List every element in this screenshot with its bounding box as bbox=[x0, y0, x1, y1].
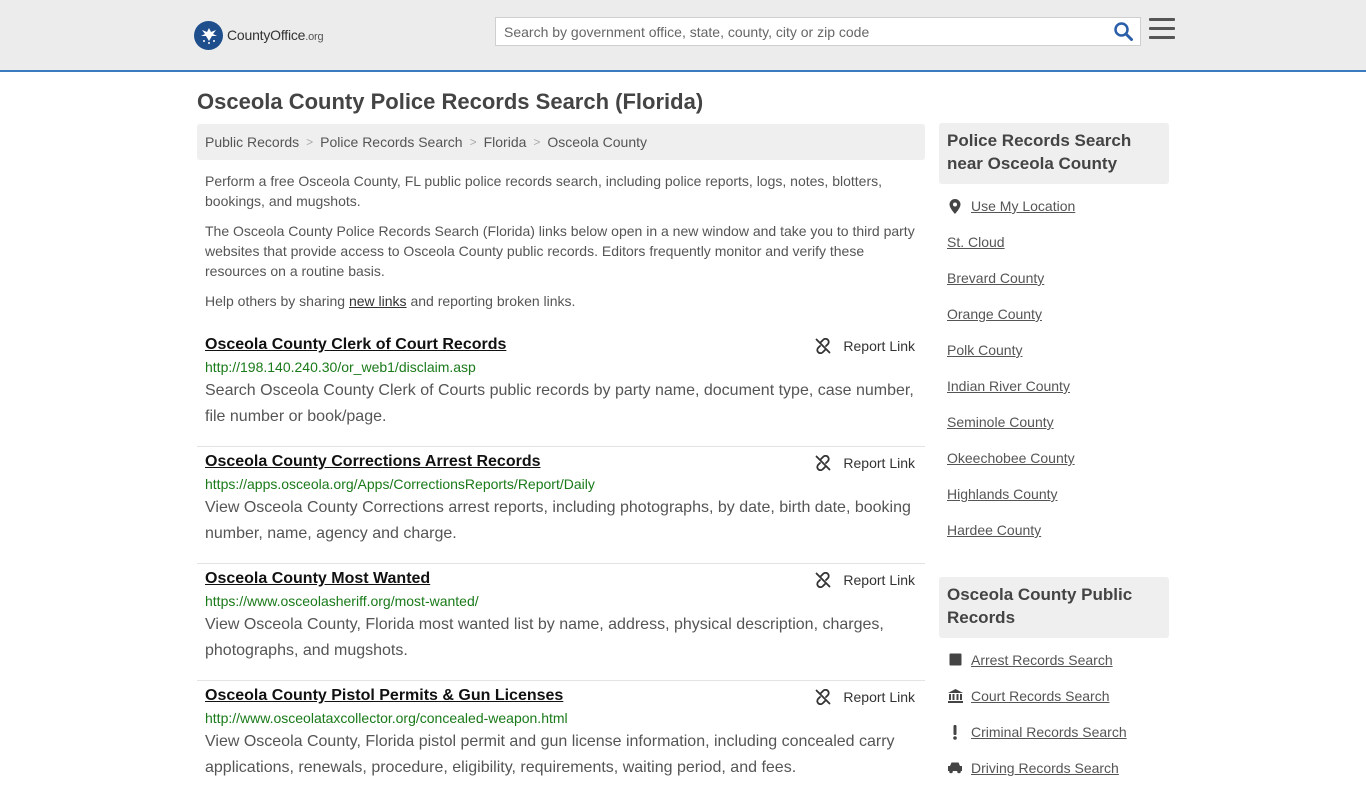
sidebar-item-criminal-records: Criminal Records Search bbox=[947, 724, 1169, 760]
intro-text: Perform a free Osceola County, FL public… bbox=[197, 171, 925, 311]
result-title-link[interactable]: Osceola County Clerk of Court Records bbox=[205, 336, 506, 354]
search-button[interactable] bbox=[1106, 18, 1140, 45]
driving-records-search-link[interactable]: Driving Records Search bbox=[971, 760, 1119, 776]
arrest-records-search-link[interactable]: Arrest Records Search bbox=[971, 652, 1113, 668]
broken-link-icon bbox=[816, 572, 831, 588]
use-my-location-link[interactable]: Use My Location bbox=[971, 198, 1075, 214]
intro-paragraph-1: Perform a free Osceola County, FL public… bbox=[205, 173, 882, 209]
sidebar-item-indian-river-county: Indian River County bbox=[947, 378, 1169, 414]
breadcrumb-separator: > bbox=[469, 135, 477, 149]
logo-text: CountyOffice.org bbox=[227, 27, 324, 43]
sidebar-item-arrest-records: Arrest Records Search bbox=[947, 652, 1169, 688]
sidebar-item-st-cloud: St. Cloud bbox=[947, 234, 1169, 270]
site-header: CountyOffice.org bbox=[0, 0, 1366, 72]
report-link-button[interactable]: Report Link bbox=[815, 338, 915, 354]
location-pin-icon bbox=[947, 199, 963, 214]
report-link-button[interactable]: Report Link bbox=[815, 572, 915, 588]
st-cloud-link[interactable]: St. Cloud bbox=[947, 234, 1005, 250]
sidebar-public-records-block: Osceola County Public Records Arrest Rec… bbox=[939, 577, 1169, 796]
result-title-link[interactable]: Osceola County Corrections Arrest Record… bbox=[205, 453, 541, 471]
intro-paragraph-2: The Osceola County Police Records Search… bbox=[205, 223, 915, 279]
square-icon bbox=[947, 653, 963, 666]
sidebar-item-brevard-county: Brevard County bbox=[947, 270, 1169, 306]
result-url: https://www.osceolasheriff.org/most-want… bbox=[205, 593, 479, 609]
intro-paragraph-3: Help others by sharing new links and rep… bbox=[205, 293, 576, 309]
search-input[interactable] bbox=[496, 18, 1106, 45]
highlands-county-link[interactable]: Highlands County bbox=[947, 486, 1058, 502]
okeechobee-county-link[interactable]: Okeechobee County bbox=[947, 450, 1075, 466]
result-item: Osceola County Clerk of Court Records Re… bbox=[197, 330, 925, 447]
result-item: Osceola County Most Wanted Report Link h… bbox=[197, 564, 925, 681]
indian-river-county-link[interactable]: Indian River County bbox=[947, 378, 1070, 394]
breadcrumb: Public Records > Police Records Search >… bbox=[197, 124, 925, 160]
result-description: View Osceola County, Florida pistol perm… bbox=[205, 733, 895, 776]
breadcrumb-florida[interactable]: Florida bbox=[484, 134, 527, 150]
sidebar-item-highlands-county: Highlands County bbox=[947, 486, 1169, 522]
nearby-list: Use My Location St. Cloud Brevard County… bbox=[939, 198, 1169, 558]
breadcrumb-police-records-search[interactable]: Police Records Search bbox=[320, 134, 462, 150]
result-item: Osceola County Pistol Permits & Gun Lice… bbox=[197, 681, 925, 798]
report-link-button[interactable]: Report Link bbox=[815, 689, 915, 705]
result-description: View Osceola County Corrections arrest r… bbox=[205, 499, 911, 542]
breadcrumb-osceola-county[interactable]: Osceola County bbox=[547, 134, 647, 150]
sidebar-heading-public-records: Osceola County Public Records bbox=[939, 577, 1169, 638]
sidebar-item-hardee-county: Hardee County bbox=[947, 522, 1169, 558]
sidebar-item-okeechobee-county: Okeechobee County bbox=[947, 450, 1169, 486]
sidebar: Police Records Search near Osceola Count… bbox=[939, 123, 1169, 796]
breadcrumb-separator: > bbox=[533, 135, 541, 149]
sidebar-item-seminole-county: Seminole County bbox=[947, 414, 1169, 450]
sidebar-item-driving-records: Driving Records Search bbox=[947, 760, 1169, 796]
hardee-county-link[interactable]: Hardee County bbox=[947, 522, 1041, 538]
result-title-link[interactable]: Osceola County Most Wanted bbox=[205, 570, 430, 588]
courthouse-icon bbox=[947, 689, 963, 703]
broken-link-icon bbox=[816, 455, 831, 471]
sidebar-item-use-my-location: Use My Location bbox=[947, 198, 1169, 234]
eagle-logo-icon bbox=[194, 20, 223, 50]
result-title-link[interactable]: Osceola County Pistol Permits & Gun Lice… bbox=[205, 687, 563, 705]
court-records-search-link[interactable]: Court Records Search bbox=[971, 688, 1110, 704]
results-list: Osceola County Clerk of Court Records Re… bbox=[197, 330, 925, 798]
polk-county-link[interactable]: Polk County bbox=[947, 342, 1022, 358]
page-title: Osceola County Police Records Search (Fl… bbox=[197, 89, 704, 114]
criminal-records-search-link[interactable]: Criminal Records Search bbox=[971, 724, 1127, 740]
seminole-county-link[interactable]: Seminole County bbox=[947, 414, 1054, 430]
public-records-list: Arrest Records Search Court Records Sear… bbox=[939, 652, 1169, 796]
search-bar bbox=[495, 17, 1141, 46]
hamburger-menu-icon[interactable] bbox=[1149, 18, 1175, 42]
broken-link-icon bbox=[816, 338, 831, 354]
result-url: http://www.osceolataxcollector.org/conce… bbox=[205, 710, 568, 726]
result-url: https://apps.osceola.org/Apps/Correction… bbox=[205, 476, 595, 492]
main-content: Public Records > Police Records Search >… bbox=[197, 124, 925, 798]
result-item: Osceola County Corrections Arrest Record… bbox=[197, 447, 925, 564]
exclamation-icon bbox=[947, 725, 963, 740]
breadcrumb-separator: > bbox=[306, 135, 314, 149]
search-icon bbox=[1113, 22, 1133, 41]
sidebar-item-polk-county: Polk County bbox=[947, 342, 1169, 378]
orange-county-link[interactable]: Orange County bbox=[947, 306, 1042, 322]
sidebar-heading-nearby: Police Records Search near Osceola Count… bbox=[939, 123, 1169, 184]
breadcrumb-public-records[interactable]: Public Records bbox=[205, 134, 299, 150]
result-description: Search Osceola County Clerk of Courts pu… bbox=[205, 382, 914, 425]
sidebar-item-orange-county: Orange County bbox=[947, 306, 1169, 342]
result-url: http://198.140.240.30/or_web1/disclaim.a… bbox=[205, 359, 476, 375]
broken-link-icon bbox=[816, 689, 831, 705]
brevard-county-link[interactable]: Brevard County bbox=[947, 270, 1044, 286]
report-link-button[interactable]: Report Link bbox=[815, 455, 915, 471]
sidebar-item-court-records: Court Records Search bbox=[947, 688, 1169, 724]
new-links-link[interactable]: new links bbox=[349, 293, 407, 309]
result-description: View Osceola County, Florida most wanted… bbox=[205, 616, 884, 659]
site-logo[interactable]: CountyOffice.org bbox=[194, 20, 324, 50]
